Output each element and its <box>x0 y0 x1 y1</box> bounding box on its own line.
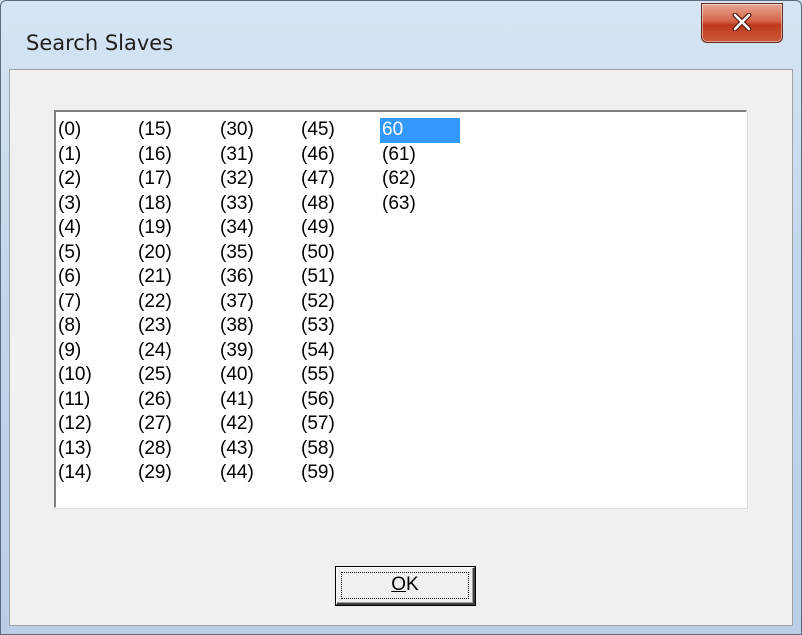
list-item[interactable]: (31) <box>218 143 298 168</box>
close-icon <box>732 13 752 31</box>
list-item[interactable]: (54) <box>299 339 379 364</box>
list-item[interactable]: (10) <box>56 363 136 388</box>
list-item[interactable]: (41) <box>218 388 298 413</box>
list-item[interactable]: (28) <box>136 437 216 462</box>
list-item[interactable]: (8) <box>56 314 136 339</box>
list-item[interactable]: (62) <box>380 167 460 192</box>
list-column: (45) (46) (47) (48) (49) (50) (51) (52) (53) (54)… <box>299 118 379 486</box>
list-item[interactable]: (30) <box>218 118 298 143</box>
list-item[interactable]: (7) <box>56 290 136 315</box>
list-item[interactable]: (58) <box>299 437 379 462</box>
list-item[interactable]: (61) <box>380 143 460 168</box>
list-item[interactable]: (59) <box>299 461 379 486</box>
list-item[interactable]: (6) <box>56 265 136 290</box>
list-item[interactable]: (57) <box>299 412 379 437</box>
list-item[interactable]: (36) <box>218 265 298 290</box>
list-item[interactable]: (51) <box>299 265 379 290</box>
list-item[interactable]: (24) <box>136 339 216 364</box>
list-item[interactable]: (47) <box>299 167 379 192</box>
list-item[interactable]: (38) <box>218 314 298 339</box>
list-item[interactable]: (37) <box>218 290 298 315</box>
list-item[interactable]: (39) <box>218 339 298 364</box>
window-title: Search Slaves <box>26 31 174 55</box>
list-item[interactable]: (22) <box>136 290 216 315</box>
list-item[interactable]: (43) <box>218 437 298 462</box>
list-item[interactable]: (49) <box>299 216 379 241</box>
list-item[interactable]: (55) <box>299 363 379 388</box>
list-item[interactable]: (5) <box>56 241 136 266</box>
list-item[interactable]: (45) <box>299 118 379 143</box>
ok-mnemonic: O <box>391 574 407 595</box>
list-column: (30) (31) (32) (33) (34) (35) (36) (37) (38) (39)… <box>218 118 298 486</box>
list-item[interactable]: (15) <box>136 118 216 143</box>
list-item[interactable]: (25) <box>136 363 216 388</box>
list-item[interactable]: (21) <box>136 265 216 290</box>
ok-button-label: OK <box>337 574 473 596</box>
list-item[interactable]: (33) <box>218 192 298 217</box>
list-item[interactable]: (9) <box>56 339 136 364</box>
list-item[interactable]: (12) <box>56 412 136 437</box>
list-item[interactable]: (48) <box>299 192 379 217</box>
list-item[interactable]: (52) <box>299 290 379 315</box>
list-item[interactable]: (53) <box>299 314 379 339</box>
list-item[interactable]: (4) <box>56 216 136 241</box>
list-column: (0) (1) (2) (3) (4) (5) (6) (7) (8) (9) (10) (11) (1… <box>56 118 136 486</box>
list-item[interactable]: (18) <box>136 192 216 217</box>
search-slaves-dialog: Search Slaves (0) (1) (2) (3) (4) (5) (6) (7) (8… <box>0 0 802 635</box>
close-button[interactable] <box>701 3 783 43</box>
list-item[interactable]: (50) <box>299 241 379 266</box>
list-item[interactable]: (40) <box>218 363 298 388</box>
list-item[interactable]: (1) <box>56 143 136 168</box>
list-item[interactable]: (16) <box>136 143 216 168</box>
list-item[interactable]: (44) <box>218 461 298 486</box>
list-column: (15) (16) (17) (18) (19) (20) (21) (22) (23) (24)… <box>136 118 216 486</box>
title-bar[interactable]: Search Slaves <box>1 1 801 69</box>
list-item[interactable]: (14) <box>56 461 136 486</box>
list-item[interactable]: (2) <box>56 167 136 192</box>
list-item[interactable]: (19) <box>136 216 216 241</box>
list-item[interactable]: (23) <box>136 314 216 339</box>
list-item[interactable]: (20) <box>136 241 216 266</box>
list-item[interactable]: (13) <box>56 437 136 462</box>
list-item[interactable]: (56) <box>299 388 379 413</box>
list-item[interactable]: (3) <box>56 192 136 217</box>
list-item[interactable]: (42) <box>218 412 298 437</box>
dialog-client-area: (0) (1) (2) (3) (4) (5) (6) (7) (8) (9) (10) (11) (1… <box>9 69 793 626</box>
list-item[interactable]: (17) <box>136 167 216 192</box>
ok-button[interactable]: OK <box>336 567 475 605</box>
list-item[interactable]: (46) <box>299 143 379 168</box>
list-item[interactable]: (32) <box>218 167 298 192</box>
list-item[interactable]: (11) <box>56 388 136 413</box>
list-column: 60 (61) (62) (63) <box>380 118 460 216</box>
list-item[interactable]: (29) <box>136 461 216 486</box>
list-item[interactable]: 60 <box>380 118 460 143</box>
list-item[interactable]: (27) <box>136 412 216 437</box>
list-item[interactable]: (63) <box>380 192 460 217</box>
list-item[interactable]: (34) <box>218 216 298 241</box>
list-item[interactable]: (26) <box>136 388 216 413</box>
ok-label-rest: K <box>406 574 419 595</box>
list-item[interactable]: (35) <box>218 241 298 266</box>
list-item[interactable]: (0) <box>56 118 136 143</box>
slave-listbox[interactable]: (0) (1) (2) (3) (4) (5) (6) (7) (8) (9) (10) (11) (1… <box>54 110 747 508</box>
